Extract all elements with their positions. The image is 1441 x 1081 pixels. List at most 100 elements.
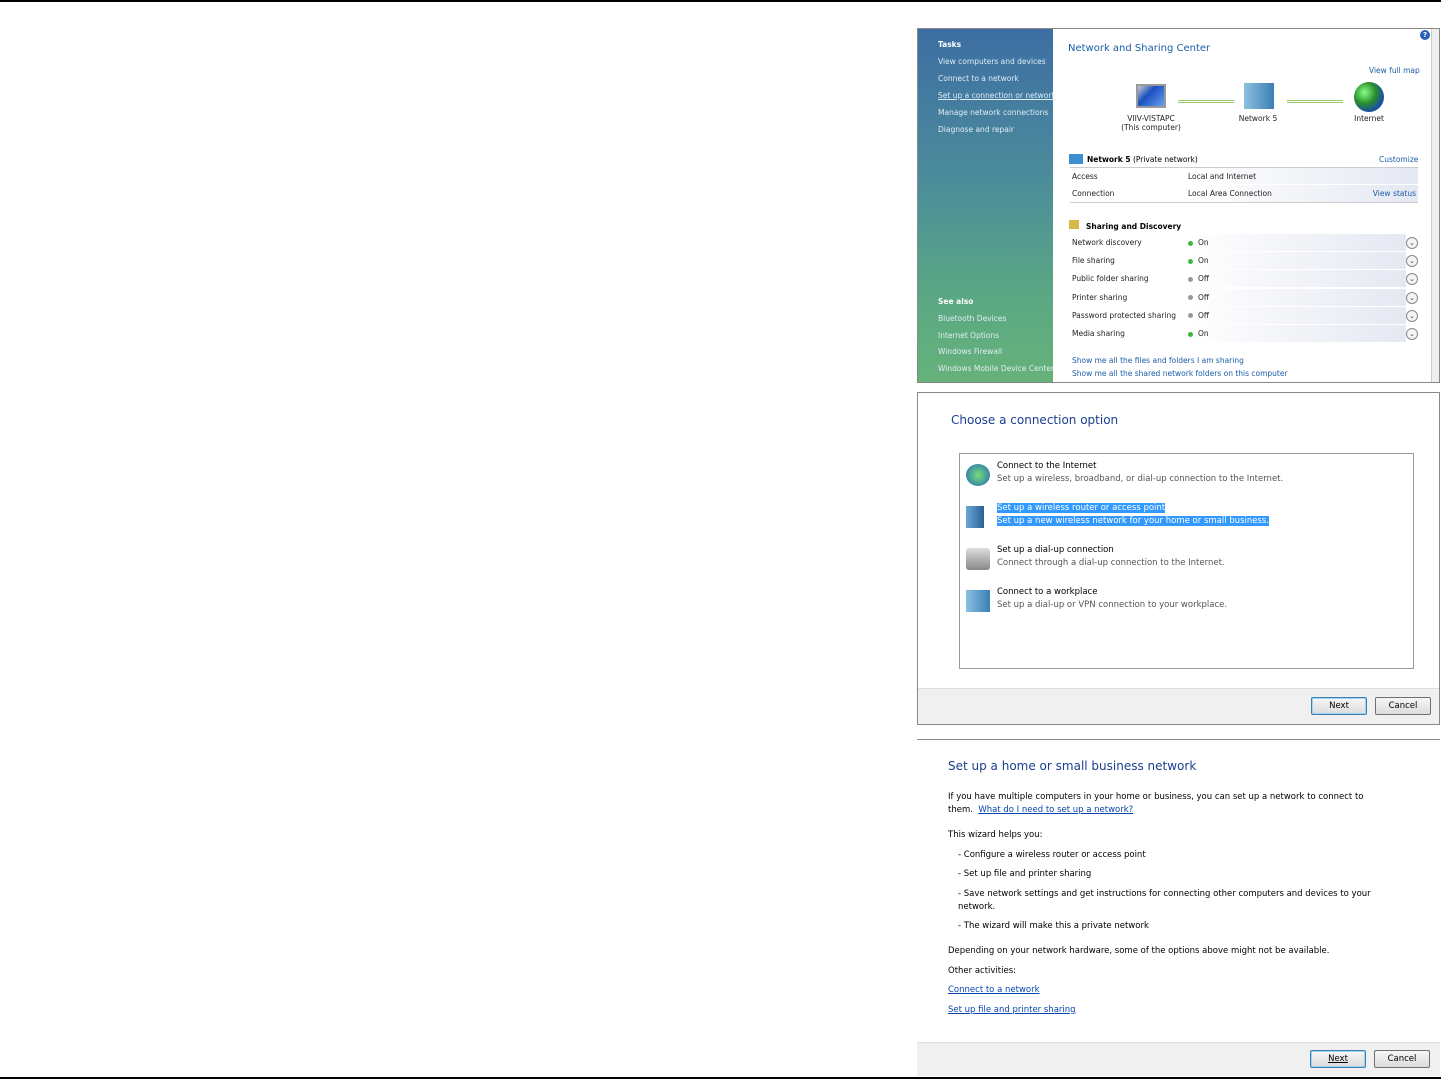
option-title: Connect to the Internet — [997, 461, 1097, 471]
option-desc: Set up a dial-up or VPN connection to yo… — [997, 600, 1228, 610]
status-dot-icon — [1188, 276, 1193, 282]
cancel-button[interactable]: Cancel — [1375, 697, 1431, 715]
setup-title: Set up a home or small business network — [948, 759, 1197, 773]
status-dot-icon — [1188, 331, 1193, 337]
customize-link[interactable]: Customize — [1379, 155, 1418, 164]
bottom-rule — [0, 1077, 1441, 1079]
expand-chevron-icon[interactable]: ⌄ — [1406, 309, 1418, 322]
task-view-computers[interactable]: View computers and devices — [938, 57, 1046, 66]
bullet: - Configure a wireless router or access … — [958, 850, 1146, 860]
map-network-label[interactable]: Network 5 — [1228, 114, 1288, 123]
expand-chevron-icon[interactable]: ⌄ — [1406, 273, 1418, 286]
file-printer-sharing-link[interactable]: Set up file and printer sharing — [948, 1005, 1076, 1015]
status-dot-icon — [1188, 240, 1193, 246]
choose-connection-window: Choose a connection option Connect to th… — [917, 392, 1440, 725]
sharing-row: Media sharing On ⌄ — [1070, 325, 1418, 343]
option-wireless-router[interactable]: Set up a wireless router or access point… — [964, 502, 1404, 532]
scrollbar[interactable] — [1431, 29, 1439, 382]
helps-heading: This wizard helps you: — [948, 830, 1043, 840]
expand-chevron-icon[interactable]: ⌄ — [1406, 328, 1418, 340]
sharing-state-text: Off — [1198, 274, 1210, 284]
task-diagnose[interactable]: Diagnose and repair — [938, 125, 1014, 134]
globe-icon — [966, 464, 990, 486]
option-dialup[interactable]: Set up a dial-up connection Connect throu… — [964, 544, 1404, 574]
expand-chevron-icon[interactable]: ⌄ — [1406, 291, 1418, 304]
network-icon — [1244, 83, 1274, 109]
status-dot-icon — [1188, 295, 1193, 301]
map-computer-label[interactable]: VIIV-VISTAPC (This computer) — [1118, 114, 1184, 132]
see-also-internet-options[interactable]: Internet Options — [938, 331, 999, 340]
bullet: - Set up file and printer sharing — [958, 869, 1092, 879]
wizard-footer: Next Cancel — [917, 1042, 1440, 1076]
map-link-line — [1287, 100, 1343, 103]
status-dot-icon — [1188, 313, 1193, 319]
bullet: - The wizard will make this a private ne… — [958, 921, 1149, 931]
sharing-row: Network discovery On ⌄ — [1070, 234, 1418, 252]
option-title: Connect to a workplace — [997, 587, 1098, 597]
sharing-state-text: Off — [1198, 310, 1210, 320]
intro-text-cont: them. What do I need to set up a network… — [948, 805, 1133, 815]
view-full-map-link[interactable]: View full map — [1369, 66, 1420, 75]
next-button[interactable]: Next — [1311, 697, 1367, 715]
see-also-bluetooth[interactable]: Bluetooth Devices — [938, 314, 1006, 323]
bullet: - Save network settings and get instruct… — [958, 889, 1371, 899]
setup-network-window: Set up a home or small business network … — [917, 739, 1440, 1076]
connection-row: Connection Local Area Connection View stat… — [1070, 185, 1418, 203]
workplace-icon — [966, 590, 990, 612]
network-sharing-center-window: Tasks View computers and devices Connect… — [917, 28, 1440, 383]
access-row: Access Local and Internet — [1070, 167, 1418, 185]
expand-chevron-icon[interactable]: ⌄ — [1406, 255, 1418, 268]
sharing-label: File sharing — [1072, 256, 1115, 266]
task-setup-connection[interactable]: Set up a connection or network — [938, 91, 1056, 100]
bullet-cont: network. — [958, 902, 996, 912]
option-connect-internet[interactable]: Connect to the Internet Set up a wireless… — [964, 460, 1404, 490]
access-value: Local and Internet — [1188, 172, 1257, 181]
see-also-firewall[interactable]: Windows Firewall — [938, 347, 1002, 356]
phone-icon — [966, 548, 990, 570]
choose-title: Choose a connection option — [951, 413, 1119, 427]
sharing-state: On — [1188, 329, 1209, 338]
computer-icon — [1136, 84, 1166, 108]
sharing-heading: Sharing and Discovery — [1086, 222, 1182, 231]
view-status-link[interactable]: View status — [1373, 189, 1416, 198]
sharing-label: Printer sharing — [1072, 292, 1128, 302]
help-icon[interactable]: ? — [1420, 30, 1430, 40]
help-link[interactable]: What do I need to set up a network? — [978, 805, 1133, 815]
sharing-label: Public folder sharing — [1072, 274, 1149, 284]
see-also-mobile-device-center[interactable]: Windows Mobile Device Center — [938, 364, 1054, 373]
show-files-link[interactable]: Show me all the files and folders I am s… — [1072, 356, 1244, 365]
tasks-heading: Tasks — [938, 40, 962, 49]
option-desc: Set up a wireless, broadband, or dial-up… — [997, 474, 1284, 484]
option-workplace[interactable]: Connect to a workplace Set up a dial-up o… — [964, 586, 1404, 616]
sharing-row: File sharing On ⌄ — [1070, 252, 1418, 271]
top-rule — [0, 0, 1441, 2]
map-internet-label[interactable]: Internet — [1339, 114, 1399, 123]
network-heading: Network 5 (Private network) — [1087, 155, 1198, 164]
task-sidebar: Tasks View computers and devices Connect… — [918, 29, 1056, 382]
computer-sub: (This computer) — [1121, 123, 1181, 132]
connection-options-list: Connect to the Internet Set up a wireless… — [959, 453, 1414, 669]
task-connect-network[interactable]: Connect to a network — [938, 74, 1019, 83]
sharing-state-text: Off — [1198, 292, 1210, 302]
sharing-label: Media sharing — [1072, 329, 1125, 338]
sharing-state-text: On — [1198, 256, 1209, 266]
network-type: (Private network) — [1132, 155, 1198, 164]
next-button[interactable]: Next — [1310, 1050, 1366, 1068]
option-title: Set up a dial-up connection — [997, 545, 1114, 555]
show-shared-folders-link[interactable]: Show me all the shared network folders o… — [1072, 369, 1288, 378]
cancel-button[interactable]: Cancel — [1374, 1050, 1430, 1068]
other-heading: Other activities: — [948, 966, 1017, 976]
option-title: Set up a wireless router or access point — [997, 503, 1166, 513]
access-label: Access — [1072, 172, 1098, 181]
option-desc: Connect through a dial-up connection to … — [997, 558, 1225, 568]
sharing-row: Public folder sharing Off ⌄ — [1070, 270, 1418, 289]
connect-network-link[interactable]: Connect to a network — [948, 985, 1040, 995]
sharing-icon — [1069, 220, 1079, 229]
sharing-state: On — [1188, 256, 1209, 265]
sharing-state: On — [1188, 238, 1209, 247]
router-icon — [966, 506, 984, 528]
sharing-label: Network discovery — [1072, 238, 1142, 247]
globe-icon — [1354, 82, 1384, 112]
task-manage-connections[interactable]: Manage network connections — [938, 108, 1048, 117]
expand-chevron-icon[interactable]: ⌄ — [1406, 237, 1418, 249]
